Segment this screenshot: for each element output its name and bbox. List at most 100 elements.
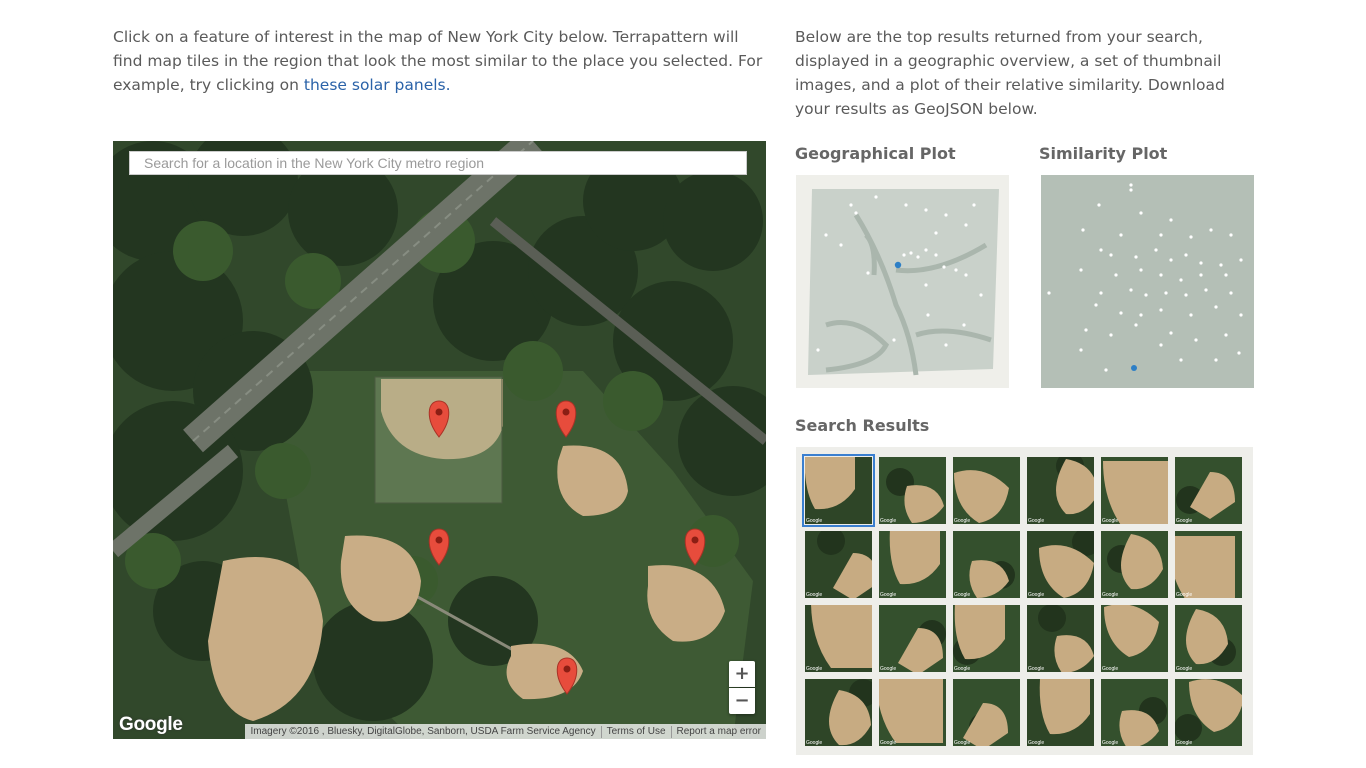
intro-paragraph-left: Click on a feature of interest in the ma…: [113, 25, 763, 97]
plot-dot: [1097, 203, 1101, 207]
result-thumbnail[interactable]: Google: [1027, 605, 1094, 672]
thumbnail-imagery: [1175, 605, 1242, 672]
thumbnail-imagery: [1101, 605, 1168, 672]
plot-dot: [944, 343, 948, 347]
plot-dot: [1129, 188, 1133, 192]
plot-dot: [1047, 291, 1051, 295]
result-thumbnail[interactable]: Google: [805, 531, 872, 598]
thumbnail-google-caption: Google: [880, 592, 897, 598]
location-search-input[interactable]: [129, 151, 747, 175]
plot-dot: [816, 348, 820, 352]
plot-dot: [1199, 273, 1203, 277]
plot-dot: [1159, 308, 1163, 312]
plot-dot: [1159, 273, 1163, 277]
plot-dot: [1134, 323, 1138, 327]
result-thumbnail[interactable]: Google: [953, 531, 1020, 598]
geographical-plot-title: Geographical Plot: [795, 144, 956, 163]
plot-dot: [1237, 351, 1241, 355]
plot-dot: [1079, 268, 1083, 272]
result-thumbnail[interactable]: Google: [879, 531, 946, 598]
result-thumbnail[interactable]: Google: [1101, 531, 1168, 598]
similarity-plot[interactable]: [1041, 175, 1254, 388]
result-thumbnail[interactable]: Google: [1027, 679, 1094, 746]
plot-dot: [1189, 313, 1193, 317]
result-thumbnail[interactable]: Google: [879, 605, 946, 672]
plot-dot: [1139, 211, 1143, 215]
thumbnail-imagery: [879, 605, 946, 672]
thumbnail-imagery: [805, 679, 872, 746]
solar-panels-link[interactable]: these solar panels.: [304, 76, 451, 94]
result-thumbnail[interactable]: Google: [879, 457, 946, 524]
terms-of-use-link[interactable]: Terms of Use: [600, 725, 671, 738]
thumbnail-google-caption: Google: [1176, 592, 1193, 598]
thumbnail-google-caption: Google: [806, 592, 823, 598]
result-thumbnail[interactable]: Google: [1175, 531, 1242, 598]
plot-dot: [1214, 358, 1218, 362]
result-thumbnail[interactable]: Google: [1175, 605, 1242, 672]
result-thumbnail[interactable]: Google: [1175, 679, 1242, 746]
result-thumbnail[interactable]: Google: [1027, 457, 1094, 524]
geographical-plot-canvas: [808, 189, 999, 376]
satellite-imagery[interactable]: [113, 141, 766, 739]
plot-dot: [1134, 255, 1138, 259]
plot-dot: [839, 243, 843, 247]
thumbnail-imagery: [1175, 531, 1242, 598]
thumbnail-google-caption: Google: [954, 518, 971, 524]
thumbnail-imagery: [1175, 457, 1242, 524]
thumbnail-imagery: [1175, 679, 1242, 746]
plot-dot: [1214, 305, 1218, 309]
plot-dot: [1099, 248, 1103, 252]
result-thumbnail[interactable]: Google: [879, 679, 946, 746]
plot-dot: [1209, 228, 1213, 232]
result-thumbnail[interactable]: Google: [1175, 457, 1242, 524]
result-thumbnail[interactable]: Google: [953, 679, 1020, 746]
plot-dot: [924, 283, 928, 287]
plot-dot: [1144, 293, 1148, 297]
thumbnail-imagery: [879, 457, 946, 524]
result-thumbnail[interactable]: Google: [805, 679, 872, 746]
result-thumbnail[interactable]: Google: [953, 457, 1020, 524]
thumbnail-imagery: [1101, 457, 1168, 524]
plot-dot: [902, 253, 906, 257]
plot-dot: [979, 293, 983, 297]
plot-dot: [1114, 273, 1118, 277]
plot-dot: [1159, 233, 1163, 237]
result-thumbnail[interactable]: Google: [953, 605, 1020, 672]
plot-dot: [1119, 233, 1123, 237]
plot-dot: [964, 273, 968, 277]
result-thumbnail[interactable]: Google: [802, 454, 875, 527]
result-thumbnail[interactable]: Google: [1101, 679, 1168, 746]
thumbnail-google-caption: Google: [806, 518, 823, 524]
intro-paragraph-right: Below are the top results returned from …: [795, 28, 1225, 118]
thumbnail-imagery: [1101, 679, 1168, 746]
thumbnail-google-caption: Google: [880, 740, 897, 746]
thumbnail-google-caption: Google: [1176, 666, 1193, 672]
plot-dot: [824, 233, 828, 237]
zoom-in-button[interactable]: +: [729, 661, 755, 687]
search-results-grid: Google Google Google Google Google Google Goog…: [796, 447, 1253, 755]
plot-dot: [1229, 233, 1233, 237]
plot-dot: [874, 195, 878, 199]
thumbnail-imagery: [805, 605, 872, 672]
result-thumbnail[interactable]: Google: [805, 605, 872, 672]
thumbnail-imagery: [1027, 605, 1094, 672]
plot-dot: [1204, 288, 1208, 292]
plot-dot: [1099, 291, 1103, 295]
plot-dot: [892, 338, 896, 342]
plot-dot: [909, 251, 913, 255]
thumbnail-google-caption: Google: [1102, 518, 1119, 524]
result-thumbnail[interactable]: Google: [1101, 605, 1168, 672]
thumbnail-imagery: [1027, 679, 1094, 746]
plot-dot: [1139, 268, 1143, 272]
result-thumbnail[interactable]: Google: [1027, 531, 1094, 598]
result-thumbnail[interactable]: Google: [1101, 457, 1168, 524]
plot-dot: [1224, 333, 1228, 337]
thumbnail-imagery: [879, 531, 946, 598]
satellite-map[interactable]: + − Google Imagery ©2016 , Bluesky, Digi…: [113, 141, 766, 739]
plot-dot: [1179, 278, 1183, 282]
plot-dot: [1081, 228, 1085, 232]
zoom-out-button[interactable]: −: [729, 688, 755, 714]
thumbnail-imagery: [953, 457, 1020, 524]
geographical-plot[interactable]: [796, 175, 1009, 388]
report-map-error-link[interactable]: Report a map error: [670, 725, 766, 738]
